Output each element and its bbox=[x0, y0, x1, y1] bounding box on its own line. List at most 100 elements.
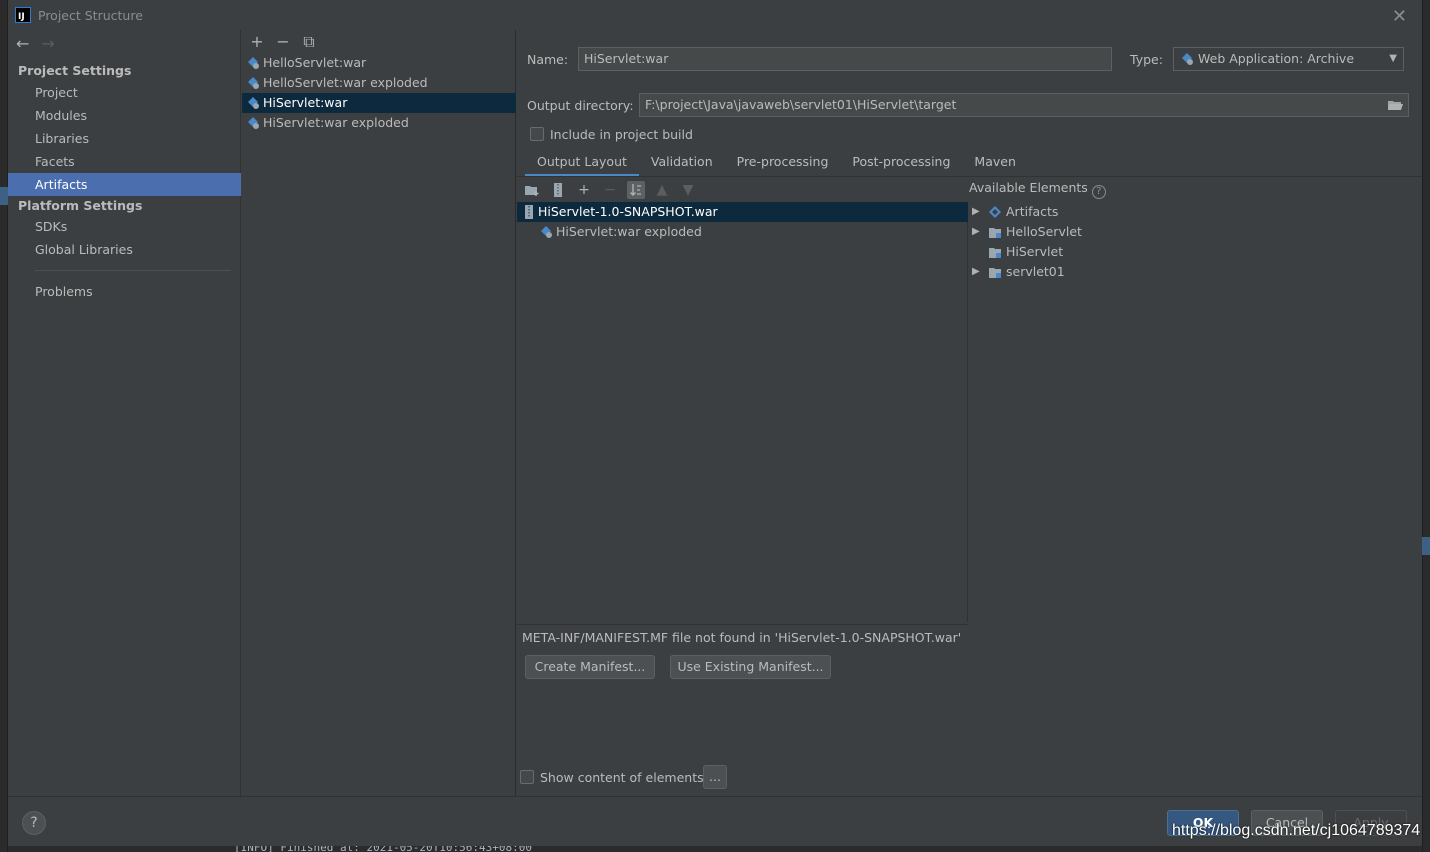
remove-icon[interactable]: − bbox=[601, 181, 619, 199]
ide-left-edge bbox=[0, 0, 8, 852]
sidebar-item-libraries[interactable]: Libraries bbox=[8, 127, 241, 150]
remove-icon[interactable]: − bbox=[275, 32, 291, 52]
tab-validation[interactable]: Validation bbox=[639, 150, 725, 177]
artifacts-list-panel: + − ⧉ HelloServlet:war HelloServlet:war … bbox=[242, 30, 516, 796]
show-content-label: Show content of elements bbox=[540, 770, 704, 785]
move-up-icon[interactable]: ▲ bbox=[653, 181, 671, 199]
sidebar-item-artifacts[interactable]: Artifacts bbox=[8, 173, 241, 196]
show-content-checkbox[interactable] bbox=[520, 770, 534, 784]
use-existing-manifest-button[interactable]: Use Existing Manifest... bbox=[670, 655, 831, 679]
artifact-item[interactable]: HelloServlet:war bbox=[242, 53, 516, 73]
artifact-editor: Name: HiServlet:war Type: Web Applicatio… bbox=[517, 30, 1422, 796]
output-directory-field[interactable]: F:\project\Java\javaweb\servlet01\HiServ… bbox=[639, 93, 1409, 117]
sidebar-item-facets[interactable]: Facets bbox=[8, 150, 241, 173]
title-bar: IJ Project Structure ✕ bbox=[8, 0, 1422, 30]
sidebar-item-problems[interactable]: Problems bbox=[8, 280, 241, 303]
web-artifact-icon bbox=[248, 57, 259, 69]
output-directory-label: Output directory: bbox=[527, 98, 634, 113]
platform-settings-title: Platform Settings bbox=[18, 198, 143, 213]
close-icon[interactable]: ✕ bbox=[1392, 6, 1407, 27]
include-in-build-checkbox[interactable] bbox=[530, 127, 544, 141]
add-icon[interactable]: + bbox=[249, 32, 265, 52]
module-folder-icon bbox=[989, 228, 1001, 238]
output-layout-toolbar: + − ▲ ▼ bbox=[523, 180, 697, 200]
artifacts-icon bbox=[989, 206, 1001, 218]
show-content-options-button[interactable]: ... bbox=[703, 765, 727, 789]
help-button[interactable]: ? bbox=[22, 811, 46, 835]
archive-icon bbox=[525, 205, 533, 219]
artifact-item[interactable]: HelloServlet:war exploded bbox=[242, 73, 516, 93]
sidebar-item-project[interactable]: Project bbox=[8, 81, 241, 104]
type-label: Type: bbox=[1130, 52, 1163, 67]
ide-right-edge bbox=[1422, 0, 1430, 852]
type-dropdown-value: Web Application: Archive bbox=[1198, 51, 1355, 66]
output-layout-tree: HiServlet-1.0-SNAPSHOT.war HiServlet:war… bbox=[517, 202, 968, 622]
name-label: Name: bbox=[527, 52, 569, 67]
available-item-label: servlet01 bbox=[1006, 264, 1065, 279]
tab-output-layout[interactable]: Output Layout bbox=[525, 150, 639, 177]
create-manifest-button[interactable]: Create Manifest... bbox=[525, 655, 655, 679]
project-structure-dialog: IJ Project Structure ✕ ← → Project Setti… bbox=[8, 0, 1422, 846]
add-copy-icon[interactable]: + bbox=[575, 181, 593, 199]
output-child-label: HiServlet:war exploded bbox=[556, 224, 702, 239]
artifact-label: HiServlet:war bbox=[263, 95, 348, 110]
tab-maven[interactable]: Maven bbox=[962, 150, 1027, 177]
project-settings-title: Project Settings bbox=[18, 63, 132, 78]
web-artifact-icon bbox=[1182, 53, 1193, 65]
window-title: Project Structure bbox=[38, 7, 143, 23]
available-item-label: Artifacts bbox=[1006, 204, 1059, 219]
folder-open-icon[interactable] bbox=[1386, 97, 1404, 113]
sidebar-item-sdks[interactable]: SDKs bbox=[8, 215, 241, 238]
back-arrow-icon[interactable]: ← bbox=[16, 34, 29, 53]
ide-right-marker bbox=[1422, 537, 1430, 555]
available-elements-title: Available Elements? bbox=[969, 180, 1106, 199]
artifact-label: HelloServlet:war exploded bbox=[263, 75, 428, 90]
available-elements-label: Available Elements bbox=[969, 180, 1088, 195]
web-artifact-icon bbox=[248, 117, 259, 129]
include-in-build-label: Include in project build bbox=[550, 127, 693, 142]
archive-icon[interactable] bbox=[549, 181, 567, 199]
expand-arrow-icon[interactable]: ▶ bbox=[972, 222, 980, 242]
expand-arrow-icon[interactable]: ▶ bbox=[972, 202, 980, 222]
artifacts-toolbar: + − ⧉ bbox=[249, 32, 317, 52]
sidebar-item-modules[interactable]: Modules bbox=[8, 104, 241, 127]
ide-left-marker bbox=[0, 187, 8, 205]
help-icon[interactable]: ? bbox=[1091, 185, 1106, 199]
module-folder-icon bbox=[989, 248, 1001, 258]
chevron-down-icon: ▼ bbox=[1389, 53, 1397, 64]
module-folder-icon bbox=[989, 268, 1001, 278]
editor-tabs: Output Layout Validation Pre-processing … bbox=[525, 150, 1028, 177]
tabs-separator bbox=[517, 176, 1422, 177]
output-child-row[interactable]: HiServlet:war exploded bbox=[517, 222, 968, 242]
artifact-label: HiServlet:war exploded bbox=[263, 115, 409, 130]
web-artifact-icon bbox=[248, 77, 259, 89]
tab-post-processing[interactable]: Post-processing bbox=[840, 150, 962, 177]
watermark: https://blog.csdn.net/cj1064789374 bbox=[1172, 822, 1421, 839]
navigation-arrows: ← → bbox=[16, 34, 55, 53]
name-field[interactable]: HiServlet:war bbox=[578, 47, 1112, 71]
output-root-label: HiServlet-1.0-SNAPSHOT.war bbox=[538, 204, 718, 219]
create-directory-icon[interactable] bbox=[523, 181, 541, 199]
artifact-label: HelloServlet:war bbox=[263, 55, 367, 70]
type-dropdown[interactable]: Web Application: Archive ▼ bbox=[1173, 47, 1404, 71]
web-artifact-icon bbox=[248, 97, 259, 109]
artifact-item-selected[interactable]: HiServlet:war bbox=[242, 93, 516, 113]
available-item-label: HiServlet bbox=[1006, 244, 1064, 259]
tab-pre-processing[interactable]: Pre-processing bbox=[725, 150, 841, 177]
sort-icon[interactable] bbox=[627, 181, 645, 199]
expand-arrow-icon[interactable]: ▶ bbox=[972, 262, 980, 282]
available-item-label: HelloServlet bbox=[1006, 224, 1082, 239]
artifact-item[interactable]: HiServlet:war exploded bbox=[242, 113, 516, 133]
settings-sidebar: ← → Project Settings Project Modules Lib… bbox=[8, 30, 241, 796]
sidebar-divider bbox=[35, 270, 231, 271]
web-artifact-icon bbox=[541, 226, 552, 238]
move-down-icon[interactable]: ▼ bbox=[679, 181, 697, 199]
intellij-logo-icon: IJ bbox=[15, 7, 31, 23]
output-directory-value: F:\project\Java\javaweb\servlet01\HiServ… bbox=[645, 97, 957, 112]
manifest-separator bbox=[517, 624, 968, 625]
forward-arrow-icon[interactable]: → bbox=[41, 34, 54, 53]
copy-icon[interactable]: ⧉ bbox=[301, 32, 317, 52]
manifest-message: META-INF/MANIFEST.MF file not found in '… bbox=[522, 630, 962, 645]
sidebar-item-global-libraries[interactable]: Global Libraries bbox=[8, 238, 241, 261]
output-root-row[interactable]: HiServlet-1.0-SNAPSHOT.war bbox=[517, 202, 968, 222]
